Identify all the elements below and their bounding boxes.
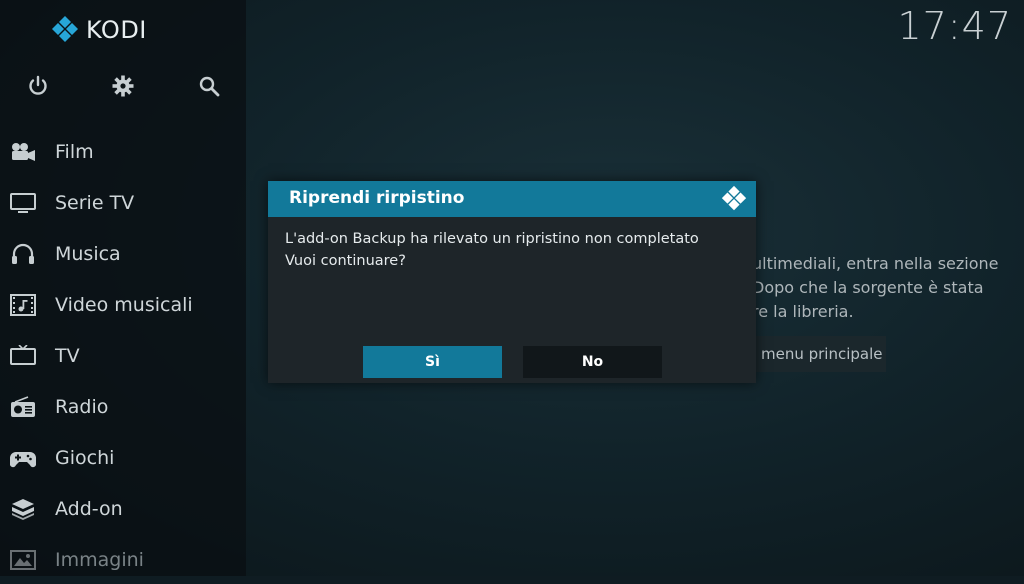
resume-restore-dialog: Riprendi rirpistino L'add-on Backup ha r… <box>268 181 756 383</box>
dialog-title: Riprendi rirpistino <box>289 188 465 208</box>
film-icon <box>10 140 36 164</box>
sidebar-item-serie-tv[interactable]: Serie TV <box>0 179 246 227</box>
app-name: KODI <box>86 16 147 44</box>
sidebar-item-label: Radio <box>55 396 109 418</box>
gamepad-icon <box>10 446 36 470</box>
sidebar-item-label: Film <box>55 141 94 163</box>
tv-series-icon <box>10 191 36 215</box>
sidebar-item-label: Immagini <box>55 549 144 571</box>
radio-icon <box>10 395 36 419</box>
dialog-message: L'add-on Backup ha rilevato un ripristin… <box>285 228 699 272</box>
yes-button[interactable]: Sì <box>363 346 502 378</box>
sidebar-item-label: Giochi <box>55 447 115 469</box>
sidebar-item-tv[interactable]: TV <box>0 332 246 380</box>
kodi-logo-icon <box>52 16 78 42</box>
addon-box-icon <box>10 497 36 521</box>
sidebar-item-label: Musica <box>55 243 121 265</box>
search-icon[interactable] <box>189 66 229 106</box>
sidebar-item-film[interactable]: Film <box>0 128 246 176</box>
sidebar-item-label: Video musicali <box>55 294 193 316</box>
top-icon-bar <box>0 66 246 106</box>
sidebar-item-immagini[interactable]: Immagini <box>0 536 246 584</box>
music-video-icon <box>10 293 36 317</box>
background-info-text: ultimediali, entra nella sezione Dopo ch… <box>752 252 1024 324</box>
clock: 17:47 <box>897 4 1012 48</box>
sidebar-item-label: Serie TV <box>55 192 135 214</box>
tv-icon <box>10 344 36 368</box>
sidebar-item-add-on[interactable]: Add-on <box>0 485 246 533</box>
dialog-message-line: Vuoi continuare? <box>285 253 406 269</box>
dialog-message-line: L'add-on Backup ha rilevato un ripristin… <box>285 231 699 247</box>
info-line: ultimediali, entra nella sezione <box>752 254 999 273</box>
kodi-logo-icon <box>721 185 747 211</box>
picture-icon <box>10 548 36 572</box>
no-button[interactable]: No <box>523 346 662 378</box>
info-line: re la libreria. <box>752 302 854 321</box>
sidebar-item-giochi[interactable]: Giochi <box>0 434 246 482</box>
kodi-logo: KODI <box>50 14 147 46</box>
dialog-header: Riprendi rirpistino <box>268 181 756 217</box>
sidebar-item-label: TV <box>55 345 80 367</box>
info-line: Dopo che la sorgente è stata <box>752 278 984 297</box>
power-icon[interactable] <box>18 66 58 106</box>
headphones-icon <box>10 242 36 266</box>
sidebar-item-musica[interactable]: Musica <box>0 230 246 278</box>
sidebar: KODI Film Serie TV Musica Video musicali… <box>0 0 246 576</box>
main-menu-button[interactable]: menu principale <box>752 336 886 372</box>
sidebar-item-video-musicali[interactable]: Video musicali <box>0 281 246 329</box>
sidebar-item-label: Add-on <box>55 498 123 520</box>
gear-icon[interactable] <box>103 66 143 106</box>
sidebar-item-radio[interactable]: Radio <box>0 383 246 431</box>
